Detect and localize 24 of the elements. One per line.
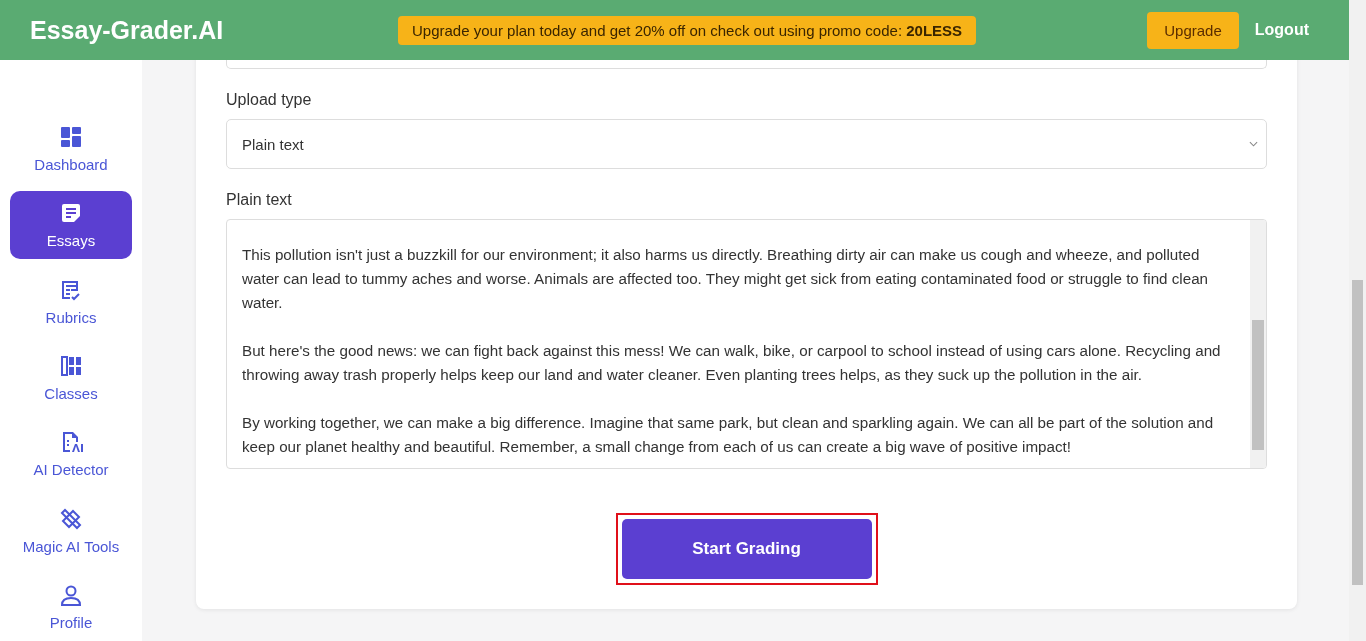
sidebar-item[interactable]: Classes xyxy=(10,344,132,412)
text-scrollbar[interactable] xyxy=(1250,220,1266,468)
grid-icon xyxy=(59,124,83,149)
sidebar-item[interactable]: Essays xyxy=(10,191,132,259)
field-label: Plain text xyxy=(226,191,293,209)
essay-paragraph: This pollution isn't just a buzzkill for our environment; it also harms us directly. Breathing dirty air can make us cough and wheeze, and polluted water can lead to tummy aches and worse. Animals are affected too. They might get sick from eating contaminated food or struggle to find clean water. xyxy=(242,245,1210,313)
start-grading-button[interactable]: Start Grading xyxy=(621,519,872,579)
sidebar-item[interactable]: AI Detector xyxy=(10,420,132,489)
sidebar-item[interactable]: Dashboard xyxy=(10,115,132,183)
columns-icon xyxy=(59,353,83,378)
sidebar-item[interactable]: Magic AI Tools xyxy=(10,497,132,565)
essay-text-area[interactable] xyxy=(226,219,1267,469)
page-scrollbar[interactable] xyxy=(1349,0,1366,641)
upload-type-dropdown[interactable]: Plain text xyxy=(226,119,1267,169)
field-label: Upload type xyxy=(226,91,313,109)
essay-paragraph: By working together, we can make a big difference. Imagine that same park, but clean and sparkling again. We can all be part of the solution and keep our planet healthy and beautiful. Remember, a small change from each of us can create a big wave of positive impact! xyxy=(242,413,1215,457)
sidebar-item[interactable]: Profile xyxy=(10,573,132,641)
essay-paragraph: But here's the good news: we can fight back against this mess! We can walk, bike, or carpool to school instead of using cars alone. Recycling and throwing away trash properly helps keep our land and water cleaner. Even planting trees helps, as they suck up the pollution in the air. xyxy=(242,341,1222,385)
chevron-down-icon xyxy=(1249,141,1258,147)
promo-banner: Upgrade your plan today and get 20% off on check out using promo code: 20LESS xyxy=(398,15,977,45)
user-icon xyxy=(59,583,83,608)
pencil-ruler-icon xyxy=(59,506,83,531)
sidebar-item[interactable]: Rubrics xyxy=(10,267,132,336)
upgrade-button[interactable]: Upgrade xyxy=(1147,11,1239,49)
